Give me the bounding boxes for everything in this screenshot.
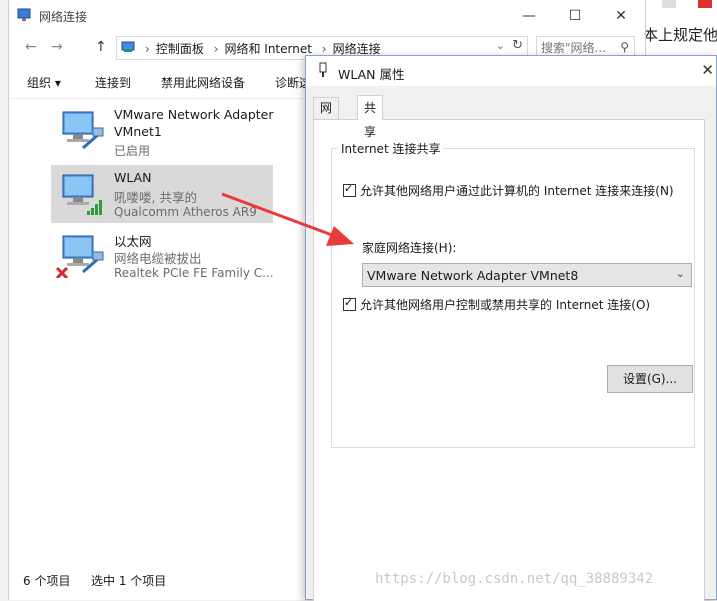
network-adapter-icon — [62, 111, 104, 150]
home-network-select[interactable]: VMware Network Adapter VMnet8 ⌄ — [362, 263, 692, 287]
bg-page-text: 本上规定他 — [643, 26, 717, 44]
disable-device-button[interactable]: 禁用此网络设备 — [161, 74, 245, 91]
allow-share-label: 允许其他网络用户通过此计算机的 Internet 连接来连接(N) — [360, 184, 674, 198]
network-adapter-icon — [319, 62, 327, 77]
bg-toolbar-icon — [662, 0, 676, 8]
adapter-device: Qualcomm Atheros AR9 — [114, 205, 257, 219]
adapter-network: 吼喽喽, 共享的 — [114, 190, 197, 205]
allow-control-label: 允许其他网络用户控制或禁用共享的 Internet 连接(O) — [360, 298, 651, 312]
breadcrumb-network-connections[interactable]: 网络连接 — [333, 42, 381, 56]
wlan-properties-dialog: WLAN 属性 ✕ 网络 共享 Internet 连接共享 允许其他网络用户通过… — [305, 55, 717, 601]
group-title: Internet 连接共享 — [338, 140, 444, 157]
list-item[interactable]: WLAN 吼喽喽, 共享的 Qualcomm Atheros AR9 — [51, 165, 273, 223]
chevron-down-icon: ⌄ — [675, 267, 685, 280]
ics-group: Internet 连接共享 允许其他网络用户通过此计算机的 Internet 连… — [331, 140, 695, 448]
adapter-device: Realtek PCIe FE Family C... — [114, 266, 274, 280]
breadcrumb-chevron-icon: › — [213, 42, 219, 56]
checkbox-check-icon[interactable] — [343, 182, 356, 197]
adapter-status: 网络电缆被拔出 — [114, 251, 202, 266]
up-arrow-icon[interactable]: ↑ — [95, 39, 107, 55]
maximize-button[interactable]: ☐ — [553, 6, 597, 26]
selected-count: 选中 1 个项目 — [91, 574, 167, 588]
adapter-name: VMware Network Adapter — [114, 107, 274, 122]
breadcrumb-control-panel[interactable]: 控制面板 — [156, 42, 204, 56]
adapter-subname: VMnet1 — [114, 124, 162, 139]
breadcrumb-chevron-icon: › — [321, 42, 327, 56]
tab-network[interactable]: 网络 — [313, 97, 340, 136]
dialog-close-button[interactable]: ✕ — [701, 61, 714, 79]
back-arrow-icon[interactable]: ← — [25, 39, 37, 55]
allow-control-checkbox[interactable]: 允许其他网络用户控制或禁用共享的 Internet 连接(O) — [343, 296, 650, 313]
ethernet-adapter-icon — [55, 235, 104, 278]
control-panel-icon — [121, 41, 135, 52]
explorer-title: 网络连接 — [39, 10, 88, 24]
allow-share-checkbox[interactable]: 允许其他网络用户通过此计算机的 Internet 连接来连接(N) — [343, 182, 674, 199]
settings-button[interactable]: 设置(G)... — [607, 365, 693, 393]
network-connections-icon — [17, 8, 31, 21]
watermark: https://blog.csdn.net/qq_38889342 — [375, 571, 654, 587]
explorer-titlebar: 网络连接 — ☐ ✕ — [9, 0, 645, 32]
list-item[interactable]: VMware Network Adapter VMnet1 已启用 — [51, 102, 274, 160]
wlan-adapter-icon — [62, 174, 102, 215]
sharing-panel: Internet 连接共享 允许其他网络用户通过此计算机的 Internet 连… — [313, 119, 705, 601]
breadcrumb-network-internet[interactable]: 网络和 Internet — [224, 42, 311, 56]
chevron-down-icon[interactable]: ⌄ — [496, 39, 505, 52]
home-network-label: 家庭网络连接(H): — [362, 241, 457, 255]
adapter-status: 已启用 — [114, 144, 151, 158]
search-icon[interactable]: ⚲ — [620, 40, 629, 54]
dialog-titlebar: WLAN 属性 ✕ — [306, 56, 716, 86]
bg-app-icon — [698, 0, 712, 8]
organize-menu[interactable]: 组织 ▾ — [27, 74, 61, 91]
list-item[interactable]: 以太网 网络电缆被拔出 Realtek PCIe FE Family C... — [51, 226, 274, 284]
refresh-icon[interactable]: ↻ — [512, 38, 523, 53]
adapter-name: WLAN — [114, 170, 152, 185]
forward-arrow-icon[interactable]: → — [51, 39, 63, 55]
breadcrumb-chevron-icon: › — [145, 42, 150, 56]
home-network-value: VMware Network Adapter VMnet8 — [367, 268, 579, 283]
connect-to-button[interactable]: 连接到 — [95, 74, 131, 91]
minimize-button[interactable]: — — [507, 6, 551, 26]
item-count: 6 个项目 — [23, 574, 71, 588]
checkbox-check-icon[interactable] — [343, 296, 356, 311]
tab-sharing[interactable]: 共享 — [357, 95, 384, 139]
close-button[interactable]: ✕ — [599, 6, 643, 26]
dialog-title: WLAN 属性 — [338, 67, 405, 82]
